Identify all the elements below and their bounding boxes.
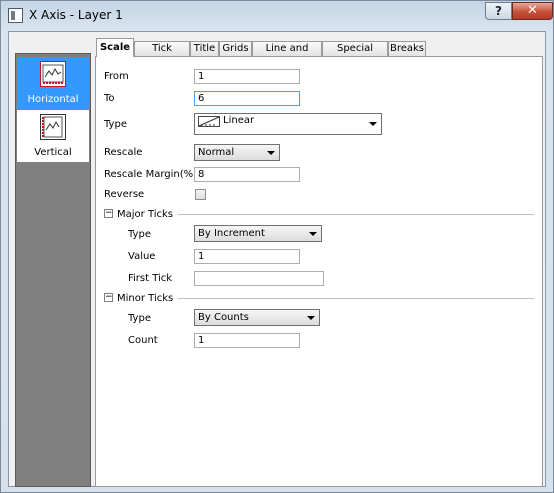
horizontal-axis-icon: [40, 61, 66, 87]
sidebar-item-vertical[interactable]: Vertical: [17, 110, 89, 162]
minor-count-input[interactable]: 1: [194, 333, 300, 348]
tab-grids[interactable]: Grids: [219, 41, 252, 56]
tab-breaks[interactable]: Breaks: [388, 41, 426, 56]
from-label: From: [104, 71, 129, 82]
first-tick-input[interactable]: [194, 271, 324, 286]
close-button[interactable]: ✕: [512, 2, 553, 20]
minor-type-value: By Counts: [198, 312, 249, 323]
tab-tick-labels[interactable]: Tick Labels: [134, 41, 190, 67]
major-ticks-collapse-icon[interactable]: −: [104, 209, 113, 218]
vertical-axis-icon: [40, 114, 66, 140]
rescale-select[interactable]: Normal: [194, 144, 280, 161]
reverse-label: Reverse: [104, 189, 145, 200]
scale-type-value: Linear: [223, 115, 255, 126]
to-input[interactable]: 6: [194, 91, 300, 106]
minor-ticks-collapse-icon[interactable]: −: [104, 293, 113, 302]
minor-count-label: Count: [128, 335, 158, 346]
axis-selector-panel: Horizontal Vertical: [15, 53, 91, 487]
to-label: To: [104, 93, 115, 104]
app-icon: [8, 8, 23, 23]
major-type-select[interactable]: By Increment: [194, 225, 322, 242]
group-divider: [178, 214, 534, 215]
linear-scale-icon: [198, 116, 220, 127]
chevron-down-icon: [369, 122, 377, 126]
major-value-input[interactable]: 1: [194, 249, 300, 264]
minor-type-label: Type: [128, 313, 151, 324]
tab-scale[interactable]: Scale: [96, 38, 134, 57]
sidebar-item-horizontal[interactable]: Horizontal: [17, 57, 89, 109]
rescale-margin-label: Rescale Margin(%): [104, 169, 198, 180]
scale-type-select[interactable]: Linear: [194, 113, 382, 135]
scale-tab-page: From 1 To 6 Type Linear Rescale Normal R…: [95, 56, 543, 487]
major-type-label: Type: [128, 229, 151, 240]
from-input[interactable]: 1: [194, 69, 300, 84]
rescale-label: Rescale: [104, 147, 143, 158]
dialog-window: X Axis - Layer 1 ? ✕ Horizontal Vertical…: [0, 0, 554, 493]
tab-title[interactable]: Title: [190, 41, 219, 56]
chevron-down-icon: [267, 151, 275, 155]
chevron-down-icon: [307, 316, 315, 320]
rescale-margin-input[interactable]: 8: [194, 167, 300, 182]
group-divider: [178, 298, 534, 299]
major-value-label: Value: [128, 251, 156, 262]
dialog-client-area: Horizontal Vertical Scale Tick Labels Ti…: [8, 31, 546, 487]
type-label: Type: [104, 119, 127, 130]
first-tick-label: First Tick: [128, 273, 173, 284]
major-ticks-header: Major Ticks: [117, 209, 174, 220]
help-button[interactable]: ?: [485, 2, 512, 20]
tab-special-ticks[interactable]: Special Ticks: [322, 41, 388, 67]
major-type-value: By Increment: [198, 228, 265, 239]
minor-type-select[interactable]: By Counts: [194, 309, 320, 326]
sidebar-item-label: Vertical: [34, 147, 72, 158]
minor-ticks-header: Minor Ticks: [117, 293, 174, 304]
window-title: X Axis - Layer 1: [29, 8, 123, 22]
title-bar[interactable]: X Axis - Layer 1 ? ✕: [1, 1, 553, 31]
tab-line-and-ticks[interactable]: Line and Ticks: [252, 41, 322, 67]
rescale-value: Normal: [198, 147, 235, 158]
sidebar-item-label: Horizontal: [27, 94, 79, 105]
chevron-down-icon: [309, 232, 317, 236]
reverse-checkbox[interactable]: [195, 189, 206, 200]
